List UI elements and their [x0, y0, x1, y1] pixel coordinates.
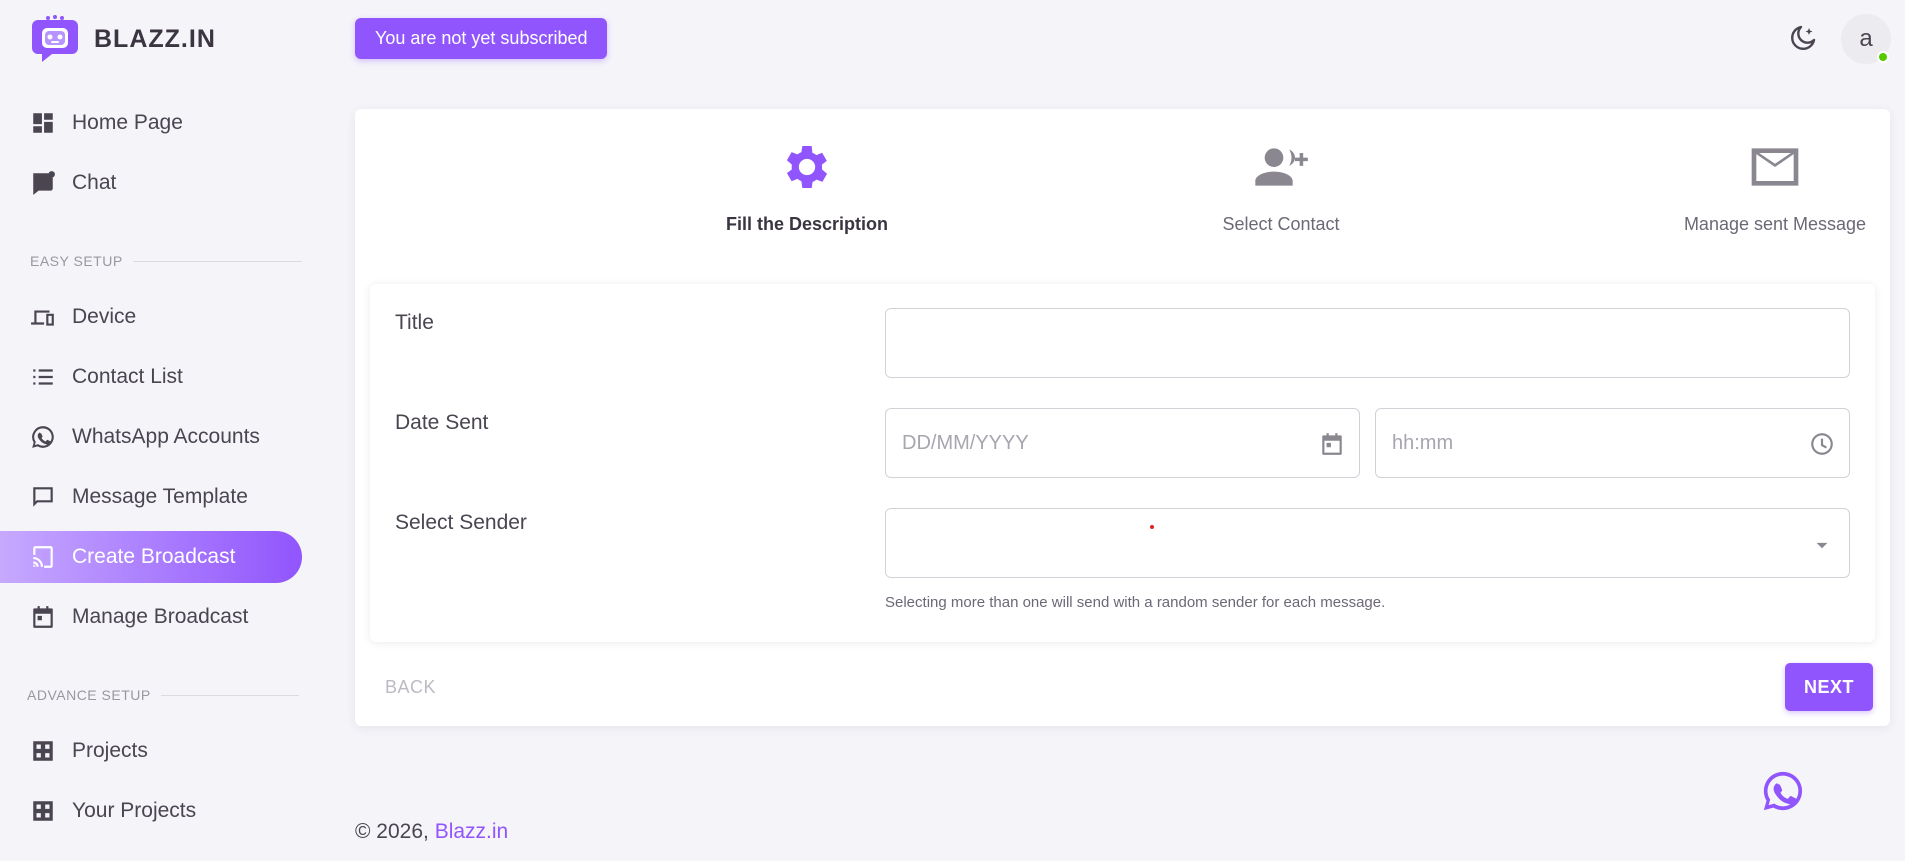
sidebar-item-message-template[interactable]: Message Template — [0, 471, 302, 523]
description-form: Title Date Sent DD/MM/YYYY hh:mm Select … — [370, 284, 1875, 642]
online-status-dot — [1877, 51, 1889, 63]
sidebar-item-projects[interactable]: Projects — [0, 725, 302, 777]
footer: © 2026, Blazz.in — [355, 820, 508, 844]
section-title: EASY SETUP — [30, 253, 123, 269]
title-label: Title — [395, 311, 434, 334]
sidebar-item-label: Manage Broadcast — [72, 605, 249, 628]
sidebar-item-your-projects[interactable]: Your Projects — [0, 785, 302, 837]
calendar-icon[interactable] — [1319, 431, 1345, 457]
section-easy-setup: EASY SETUP — [30, 253, 302, 269]
step-label: Select Contact — [1222, 214, 1340, 234]
step-label: Manage sent Message — [1683, 214, 1867, 234]
section-title: ADVANCE SETUP — [27, 687, 151, 703]
dashboard-icon — [30, 110, 56, 136]
robot-chat-logo-icon — [30, 14, 80, 64]
sidebar-item-home[interactable]: Home Page — [0, 97, 302, 149]
sidebar-item-chat[interactable]: Chat — [0, 157, 302, 209]
section-divider — [160, 694, 299, 696]
sidebar-item-label: Your Projects — [72, 799, 197, 822]
sidebar-item-device[interactable]: Device — [0, 291, 302, 343]
step-fill-description[interactable]: Fill the Description — [647, 139, 967, 235]
sender-select[interactable] — [885, 508, 1850, 578]
sidebar-item-contact-list[interactable]: Contact List — [0, 351, 302, 403]
step-label: Fill the Description — [725, 214, 889, 234]
sidebar-item-label: Chat — [72, 171, 117, 194]
date-sent-label: Date Sent — [395, 411, 489, 434]
clock-icon[interactable] — [1809, 431, 1835, 457]
back-button[interactable]: BACK — [385, 677, 436, 698]
sidebar-item-label: WhatsApp Accounts — [72, 425, 260, 448]
list-icon — [30, 364, 56, 390]
copyright-text: © 2026, — [355, 820, 429, 843]
grid-icon — [30, 798, 56, 824]
brand[interactable]: BLAZZ.IN — [30, 14, 216, 64]
sidebar-item-whatsapp-accounts[interactable]: WhatsApp Accounts — [0, 411, 302, 463]
sidebar-item-manage-broadcast[interactable]: Manage Broadcast — [0, 591, 302, 643]
whatsapp-icon — [30, 424, 56, 450]
message-square-icon — [30, 484, 56, 510]
title-input[interactable] — [885, 308, 1850, 378]
envelope-icon — [1747, 148, 1803, 199]
gear-icon — [779, 146, 835, 199]
next-button[interactable]: NEXT — [1785, 663, 1873, 711]
step-select-contact[interactable]: Select Contact — [1121, 139, 1441, 235]
select-sender-label: Select Sender — [395, 511, 527, 534]
sidebar-item-label: Projects — [72, 739, 148, 762]
subscription-notice[interactable]: You are not yet subscribed — [355, 18, 608, 59]
cast-icon — [30, 544, 56, 570]
section-advance-setup: ADVANCE SETUP — [27, 687, 299, 703]
sidebar-item-label: Home Page — [72, 111, 183, 134]
calendar-icon — [30, 604, 56, 630]
section-divider — [132, 260, 302, 262]
sidebar-item-label: Create Broadcast — [72, 545, 236, 568]
sidebar-item-create-broadcast[interactable]: Create Broadcast — [0, 531, 302, 583]
time-placeholder: hh:mm — [1392, 431, 1454, 454]
required-indicator — [1150, 525, 1154, 529]
grid-icon — [30, 738, 56, 764]
time-input[interactable]: hh:mm — [1375, 408, 1850, 478]
whatsapp-float-icon[interactable] — [1760, 768, 1806, 814]
moon-icon[interactable] — [1787, 22, 1819, 54]
step-manage-sent-message[interactable]: Manage sent Message — [1615, 139, 1905, 235]
chevron-down-icon[interactable] — [1809, 532, 1835, 558]
brand-name: BLAZZ.IN — [94, 24, 216, 53]
date-input[interactable]: DD/MM/YYYY — [885, 408, 1360, 478]
sender-helper-text: Selecting more than one will send with a… — [885, 594, 1386, 611]
footer-brand-link[interactable]: Blazz.in — [435, 820, 509, 843]
sidebar-item-label: Message Template — [72, 485, 248, 508]
devices-icon — [30, 304, 56, 330]
broadcast-wizard-card: Fill the Description Select Contact Mana… — [355, 109, 1890, 726]
add-user-icon — [1253, 148, 1309, 199]
sidebar-item-label: Contact List — [72, 365, 183, 388]
sidebar-item-label: Device — [72, 305, 137, 328]
sidebar: BLAZZ.IN Home Page Chat EASY SETUP Devic… — [0, 0, 310, 861]
date-placeholder: DD/MM/YYYY — [902, 431, 1029, 454]
chat-icon — [30, 170, 56, 196]
